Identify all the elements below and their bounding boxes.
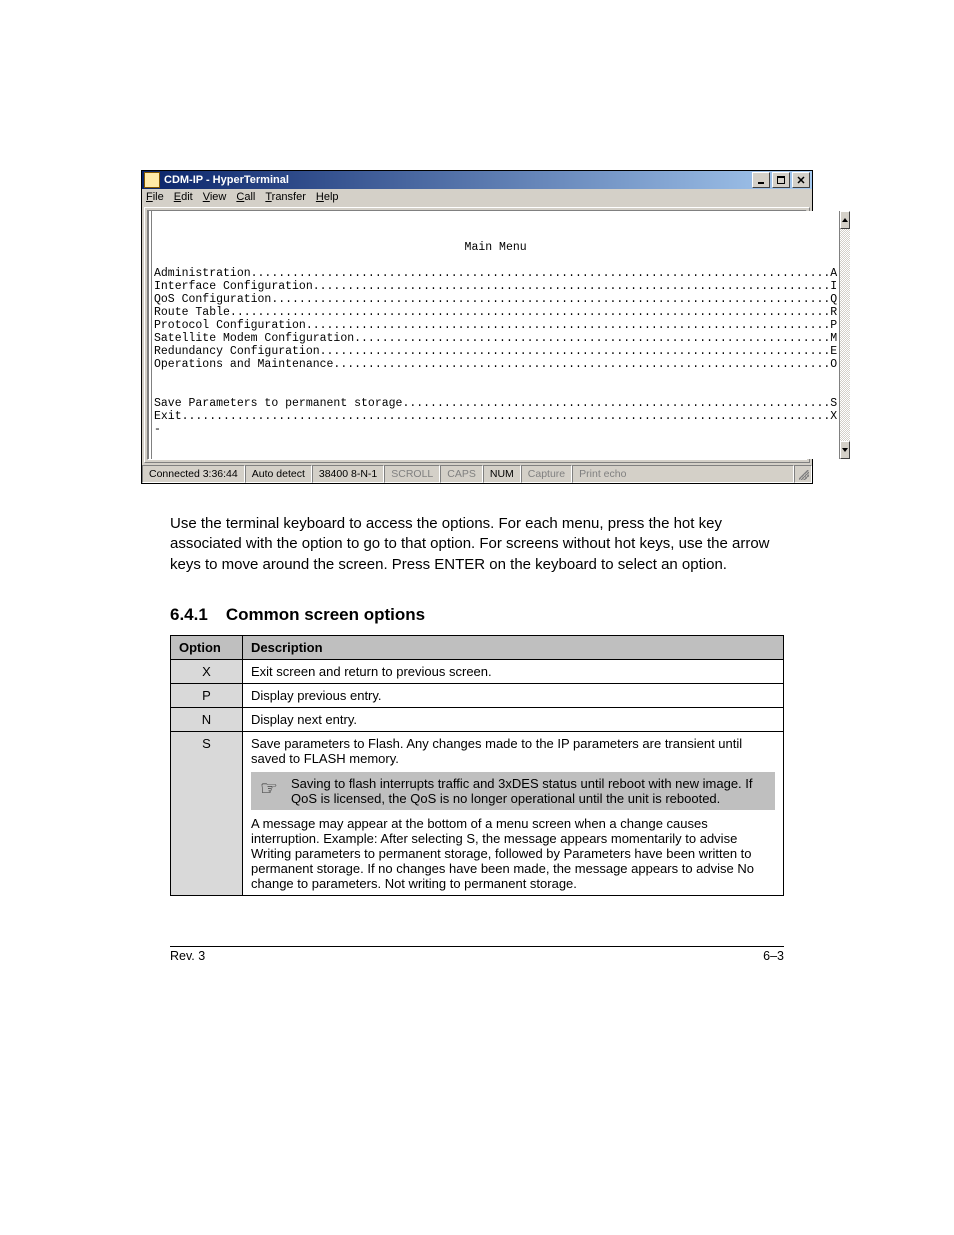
option-key: P	[171, 683, 243, 707]
window-titlebar[interactable]: CDM-IP - HyperTerminal	[142, 171, 812, 189]
section-title: Common screen options	[226, 605, 425, 625]
col-option: Option	[171, 635, 243, 659]
terminal-output[interactable]: Main Menu Administration................…	[148, 211, 839, 459]
status-printecho: Print echo	[572, 465, 794, 483]
table-row: P Display previous entry.	[171, 683, 784, 707]
option-desc: Save parameters to Flash. Any changes ma…	[243, 731, 784, 895]
application-window: CDM-IP - HyperTerminal File Edit	[141, 170, 813, 484]
status-bar: Connected 3:36:44 Auto detect 38400 8-N-…	[142, 465, 812, 483]
menu-call[interactable]: Call	[236, 191, 255, 203]
scroll-track[interactable]	[840, 229, 850, 441]
status-capture: Capture	[521, 465, 572, 483]
app-icon	[144, 172, 160, 188]
status-autodetect: Auto detect	[245, 465, 312, 483]
resize-grip[interactable]	[794, 465, 812, 483]
menu-view[interactable]: View	[203, 191, 227, 203]
option-desc: Display previous entry.	[243, 683, 784, 707]
footer-left: Rev. 3	[170, 949, 205, 963]
table-row: X Exit screen and return to previous scr…	[171, 659, 784, 683]
option-desc: Display next entry.	[243, 707, 784, 731]
maximize-button[interactable]	[772, 172, 790, 188]
scroll-up-button[interactable]	[840, 211, 850, 229]
table-header-row: Option Description	[171, 635, 784, 659]
menu-bar: File Edit View Call Transfer Help	[142, 189, 812, 205]
minimize-button[interactable]	[752, 172, 770, 188]
close-button[interactable]	[792, 172, 810, 188]
option-desc: Exit screen and return to previous scree…	[243, 659, 784, 683]
scroll-down-button[interactable]	[840, 441, 850, 459]
note-text: Saving to flash interrupts traffic and 3…	[291, 776, 771, 806]
window-controls	[752, 172, 810, 188]
status-caps: CAPS	[440, 465, 483, 483]
intro-paragraph: Use the terminal keyboard to access the …	[170, 514, 784, 575]
menu-help[interactable]: Help	[316, 191, 339, 203]
desc-outro: A message may appear at the bottom of a …	[251, 816, 754, 891]
status-num: NUM	[483, 465, 521, 483]
note-box: ☞ Saving to flash interrupts traffic and…	[251, 772, 775, 810]
option-key: S	[171, 731, 243, 895]
option-key: N	[171, 707, 243, 731]
note-icon: ☞	[255, 776, 283, 801]
hyperterminal-window-figure: CDM-IP - HyperTerminal File Edit	[141, 170, 813, 484]
table-row: S Save parameters to Flash. Any changes …	[171, 731, 784, 895]
footer-right: 6–3	[763, 949, 784, 963]
window-title: CDM-IP - HyperTerminal	[164, 174, 289, 186]
status-scroll: SCROLL	[384, 465, 440, 483]
status-line-config: 38400 8-N-1	[312, 465, 384, 483]
menu-edit[interactable]: Edit	[174, 191, 193, 203]
options-table: Option Description X Exit screen and ret…	[170, 635, 784, 896]
vertical-scrollbar[interactable]	[839, 211, 850, 459]
menu-transfer[interactable]: Transfer	[265, 191, 306, 203]
section-number: 6.4.1	[170, 605, 208, 625]
page-footer: Rev. 3 6–3	[170, 946, 784, 963]
table-row: N Display next entry.	[171, 707, 784, 731]
menu-file[interactable]: File	[146, 191, 164, 203]
option-key: X	[171, 659, 243, 683]
section-heading: 6.4.1 Common screen options	[170, 605, 894, 625]
desc-intro: Save parameters to Flash. Any changes ma…	[251, 736, 742, 766]
col-description: Description	[243, 635, 784, 659]
status-connected: Connected 3:36:44	[142, 465, 245, 483]
